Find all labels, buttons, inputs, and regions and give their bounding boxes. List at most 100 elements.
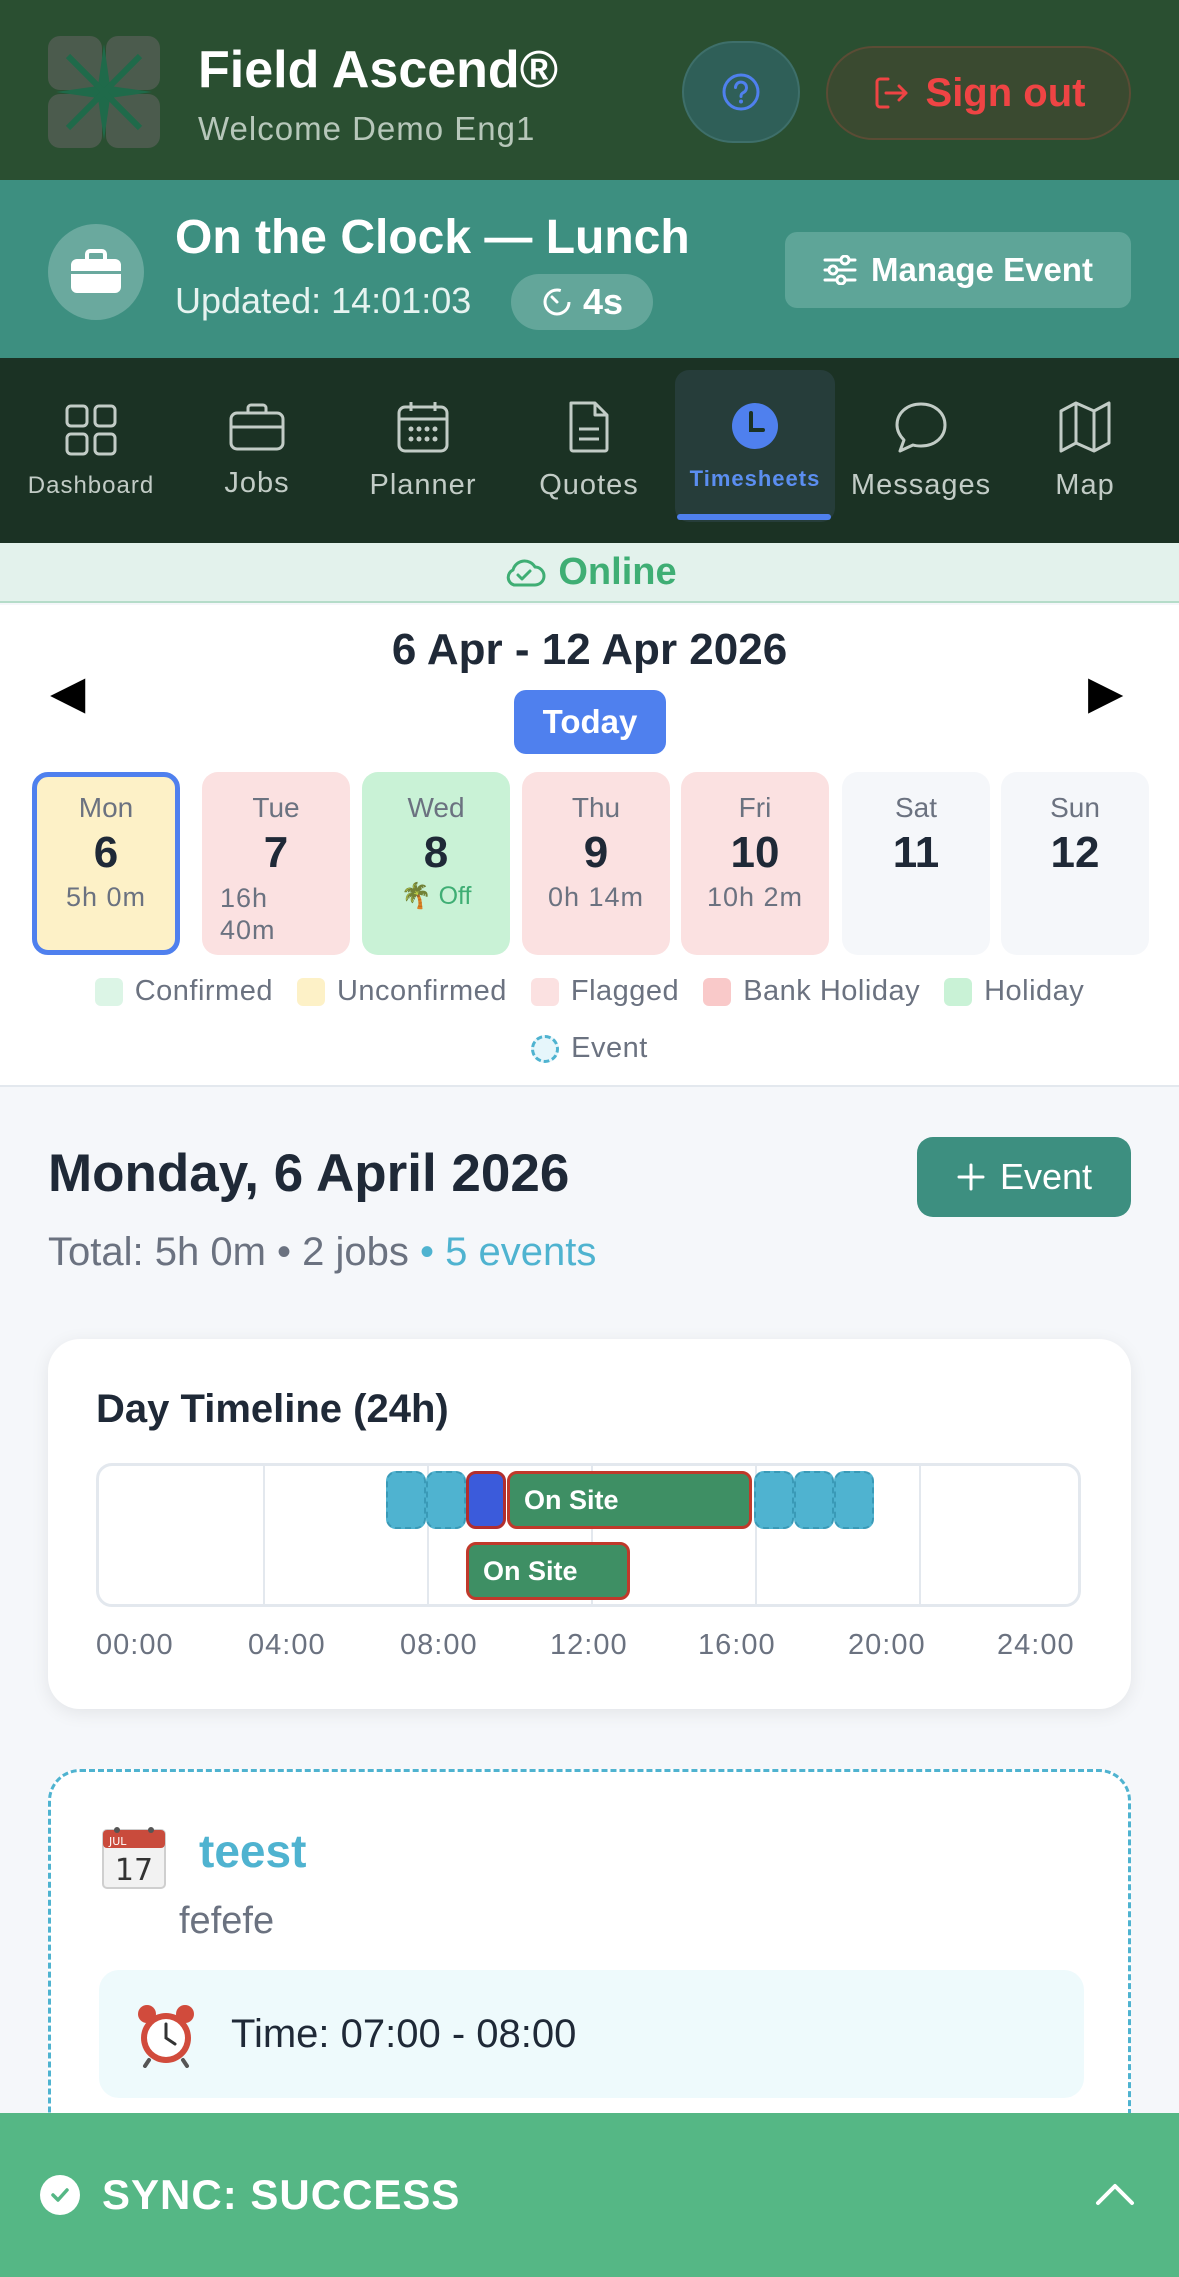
event-title: teest bbox=[199, 1825, 307, 1877]
legend-bank-holiday: Bank Holiday bbox=[703, 975, 920, 1008]
clock-status-banner: On the Clock — Lunch Updated: 14:01:03 4… bbox=[0, 180, 1179, 358]
jobs-count: 2 jobs bbox=[302, 1230, 409, 1274]
legend-swatch bbox=[94, 977, 123, 1006]
timeline-onsite-block-2[interactable]: On Site bbox=[466, 1542, 630, 1600]
timeline-track: On Site On Site bbox=[96, 1463, 1081, 1607]
add-event-label: Event bbox=[999, 1156, 1093, 1197]
nav-messages[interactable]: Messages bbox=[841, 358, 1001, 543]
onsite-label: On Site bbox=[524, 1484, 619, 1515]
add-event-button[interactable]: Event bbox=[917, 1137, 1131, 1217]
timeline-gridline bbox=[263, 1466, 265, 1604]
timeline-tick-label: 00:00 bbox=[96, 1629, 174, 1661]
event-time-box: Time: 07:00 - 08:00 bbox=[99, 1970, 1084, 2098]
sync-status-text: SYNC: SUCCESS bbox=[102, 2171, 461, 2218]
nav-label-dashboard: Dashboard bbox=[27, 471, 155, 499]
manage-event-button[interactable]: Manage Event bbox=[785, 232, 1131, 308]
timeline-event-block[interactable] bbox=[834, 1471, 874, 1529]
legend-swatch bbox=[531, 1034, 560, 1063]
day-hours: 0h 14m bbox=[547, 882, 645, 912]
day-number: 9 bbox=[583, 828, 609, 877]
plus-icon bbox=[957, 1163, 985, 1191]
status-legend-row-2: Event bbox=[0, 1032, 1179, 1065]
connection-status-bar: Online bbox=[0, 543, 1179, 603]
event-description: fefefe bbox=[179, 1900, 275, 1942]
timeline-gridline bbox=[919, 1466, 921, 1604]
timeline-event-block[interactable] bbox=[754, 1471, 794, 1529]
nav-jobs[interactable]: Jobs bbox=[177, 358, 337, 543]
timeline-onsite-block[interactable]: On Site bbox=[507, 1471, 752, 1529]
day-number: 10 bbox=[730, 828, 780, 877]
separator-dot: • bbox=[277, 1230, 303, 1274]
legend-label: Holiday bbox=[984, 975, 1085, 1007]
timeline-event-block[interactable] bbox=[794, 1471, 834, 1529]
welcome-text: Welcome Demo Eng1 bbox=[198, 110, 536, 147]
grid-icon bbox=[65, 404, 117, 455]
next-week-arrow[interactable]: ▶ bbox=[1088, 665, 1123, 719]
timeline-tick-label: 24:00 bbox=[997, 1629, 1075, 1661]
today-button[interactable]: Today bbox=[514, 690, 666, 754]
events-count[interactable]: 5 events bbox=[445, 1230, 596, 1274]
day-cell-sun[interactable]: Sun 12 bbox=[1001, 772, 1149, 955]
bottom-nav: Dashboard Jobs Planner Quotes Timesheets… bbox=[0, 358, 1179, 543]
nav-dashboard[interactable]: Dashboard bbox=[11, 358, 171, 543]
day-hours: 16h 40m bbox=[220, 883, 276, 945]
manage-event-label: Manage Event bbox=[871, 251, 1093, 288]
help-button[interactable] bbox=[682, 41, 800, 143]
sign-out-icon bbox=[875, 77, 908, 109]
nav-quotes[interactable]: Quotes bbox=[509, 358, 669, 543]
legend-swatch bbox=[944, 977, 973, 1006]
timeline-title: Day Timeline (24h) bbox=[96, 1387, 449, 1431]
legend-label: Unconfirmed bbox=[336, 975, 507, 1007]
chat-icon bbox=[895, 402, 947, 453]
timeline-event-block[interactable] bbox=[386, 1471, 426, 1529]
day-cell-wed[interactable]: Wed 8 🌴 Off bbox=[362, 772, 510, 955]
day-name: Wed bbox=[407, 792, 465, 823]
last-updated-text: Updated: 14:01:03 bbox=[175, 280, 472, 321]
previous-week-arrow[interactable]: ◀ bbox=[50, 665, 85, 719]
clock-icon bbox=[732, 403, 778, 449]
onsite-label: On Site bbox=[483, 1555, 578, 1586]
calendar-icon bbox=[397, 402, 449, 453]
legend-swatch bbox=[296, 977, 325, 1006]
briefcase-icon bbox=[229, 403, 285, 451]
day-name: Sun bbox=[1050, 792, 1100, 823]
timer-icon bbox=[543, 288, 571, 316]
online-label: Online bbox=[558, 550, 677, 593]
sync-status-bar[interactable]: SYNC: SUCCESS bbox=[0, 2113, 1179, 2277]
timeline-active-block[interactable] bbox=[466, 1471, 506, 1529]
separator-dot: • bbox=[420, 1230, 446, 1274]
day-cell-tue[interactable]: Tue 7 16h 40m bbox=[202, 772, 350, 955]
nav-map[interactable]: Map bbox=[1005, 358, 1165, 543]
legend-label: Confirmed bbox=[134, 975, 273, 1007]
nav-label-timesheets: Timesheets bbox=[689, 466, 821, 491]
cloud-check-icon bbox=[507, 559, 546, 587]
day-off-label: 🌴 Off bbox=[400, 882, 472, 910]
legend-holiday: Holiday bbox=[944, 975, 1084, 1008]
timeline-tick-label: 08:00 bbox=[400, 1629, 478, 1661]
active-tab-indicator bbox=[677, 514, 831, 520]
app-logo-icon bbox=[48, 36, 160, 148]
day-name: Fri bbox=[738, 792, 772, 823]
nav-label-messages: Messages bbox=[850, 469, 992, 501]
sign-out-label: Sign out bbox=[925, 70, 1086, 115]
timeline-event-block[interactable] bbox=[426, 1471, 466, 1529]
legend-label: Flagged bbox=[570, 975, 680, 1007]
day-cell-mon[interactable]: Mon 6 5h 0m bbox=[32, 772, 180, 955]
nav-timesheets[interactable]: Timesheets bbox=[675, 370, 835, 522]
brand-title: Field Ascend® bbox=[198, 41, 559, 99]
day-cell-fri[interactable]: Fri 10 10h 2m bbox=[681, 772, 829, 955]
chevron-up-icon[interactable] bbox=[1090, 2169, 1140, 2219]
calendar-day: 17 bbox=[115, 1853, 153, 1888]
event-time-text: Time: 07:00 - 08:00 bbox=[231, 2012, 577, 2056]
day-cell-thu[interactable]: Thu 9 0h 14m bbox=[522, 772, 670, 955]
sign-out-button[interactable]: Sign out bbox=[826, 46, 1131, 140]
nav-label-jobs: Jobs bbox=[224, 467, 290, 499]
week-range-label: 6 Apr - 12 Apr 2026 bbox=[391, 625, 788, 674]
week-selector: 6 Apr - 12 Apr 2026 ◀ ▶ Today Mon 6 5h 0… bbox=[0, 605, 1179, 1087]
day-name: Sat bbox=[894, 792, 938, 823]
day-cell-sat[interactable]: Sat 11 bbox=[842, 772, 990, 955]
nav-label-map: Map bbox=[1055, 469, 1115, 501]
nav-planner[interactable]: Planner bbox=[343, 358, 503, 543]
sliders-icon bbox=[823, 255, 857, 285]
legend-confirmed: Confirmed bbox=[94, 975, 273, 1008]
